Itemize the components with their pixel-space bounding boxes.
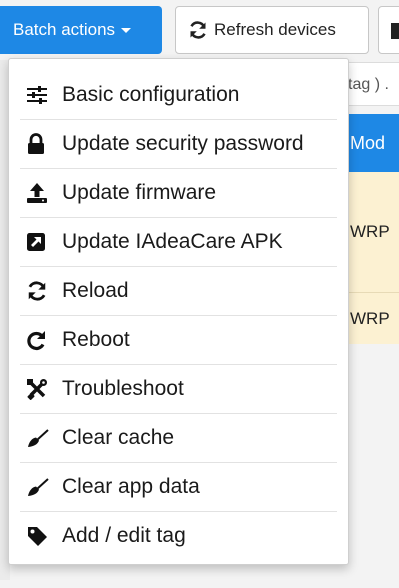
- menu-item-add-edit-tag[interactable]: Add / edit tag: [20, 512, 337, 560]
- refresh-icon: [190, 21, 206, 39]
- upload-icon: [26, 181, 54, 205]
- menu-item-clear-app-data[interactable]: Clear app data: [20, 463, 337, 512]
- caret-down-icon: [121, 27, 132, 33]
- table-header-model-label: Mod: [350, 133, 386, 153]
- menu-item-label: Troubleshoot: [62, 377, 184, 400]
- toolbar-next-icon: [391, 23, 399, 39]
- external-link-icon: [26, 230, 54, 254]
- menu-item-troubleshoot[interactable]: Troubleshoot: [20, 365, 337, 414]
- refresh-devices-label: Refresh devices: [214, 20, 336, 39]
- batch-actions-button[interactable]: Batch actions: [0, 6, 162, 54]
- menu-item-basic-configuration[interactable]: Basic configuration: [20, 71, 337, 120]
- redo-icon: [26, 328, 54, 352]
- menu-item-label: Update security password: [62, 132, 304, 155]
- tag-icon: [26, 524, 54, 548]
- refresh-devices-button[interactable]: Refresh devices: [175, 6, 369, 54]
- lock-icon: [26, 132, 54, 156]
- menu-item-label: Basic configuration: [62, 83, 240, 106]
- menu-item-label: Clear cache: [62, 426, 175, 449]
- menu-item-label: Add / edit tag: [62, 524, 186, 547]
- menu-item-label: Update firmware: [62, 181, 217, 204]
- menu-item-label: Reload: [62, 279, 129, 302]
- refresh-icon: [26, 279, 54, 303]
- tools-icon: [26, 377, 54, 401]
- search-hint-text: tag ) .: [348, 76, 389, 93]
- table-cell-model: WRP: [350, 222, 390, 241]
- menu-item-label: Reboot: [62, 328, 130, 351]
- menu-item-clear-cache[interactable]: Clear cache: [20, 414, 337, 463]
- broom-icon: [26, 475, 54, 499]
- menu-item-label: Clear app data: [62, 475, 200, 498]
- menu-item-label: Update IAdeaCare APK: [62, 230, 283, 253]
- menu-item-update-firmware[interactable]: Update firmware: [20, 169, 337, 218]
- batch-actions-label: Batch actions: [13, 20, 116, 39]
- batch-actions-menu: Basic configuration Update security pass…: [8, 58, 349, 565]
- sliders-icon: [26, 83, 54, 107]
- broom-icon: [26, 426, 54, 450]
- table-cell-model: WRP: [350, 309, 390, 328]
- toolbar-next-button[interactable]: [378, 6, 399, 54]
- menu-item-reload[interactable]: Reload: [20, 267, 337, 316]
- menu-item-update-iadeacare-apk[interactable]: Update IAdeaCare APK: [20, 218, 337, 267]
- menu-item-update-security-password[interactable]: Update security password: [20, 120, 337, 169]
- menu-item-reboot[interactable]: Reboot: [20, 316, 337, 365]
